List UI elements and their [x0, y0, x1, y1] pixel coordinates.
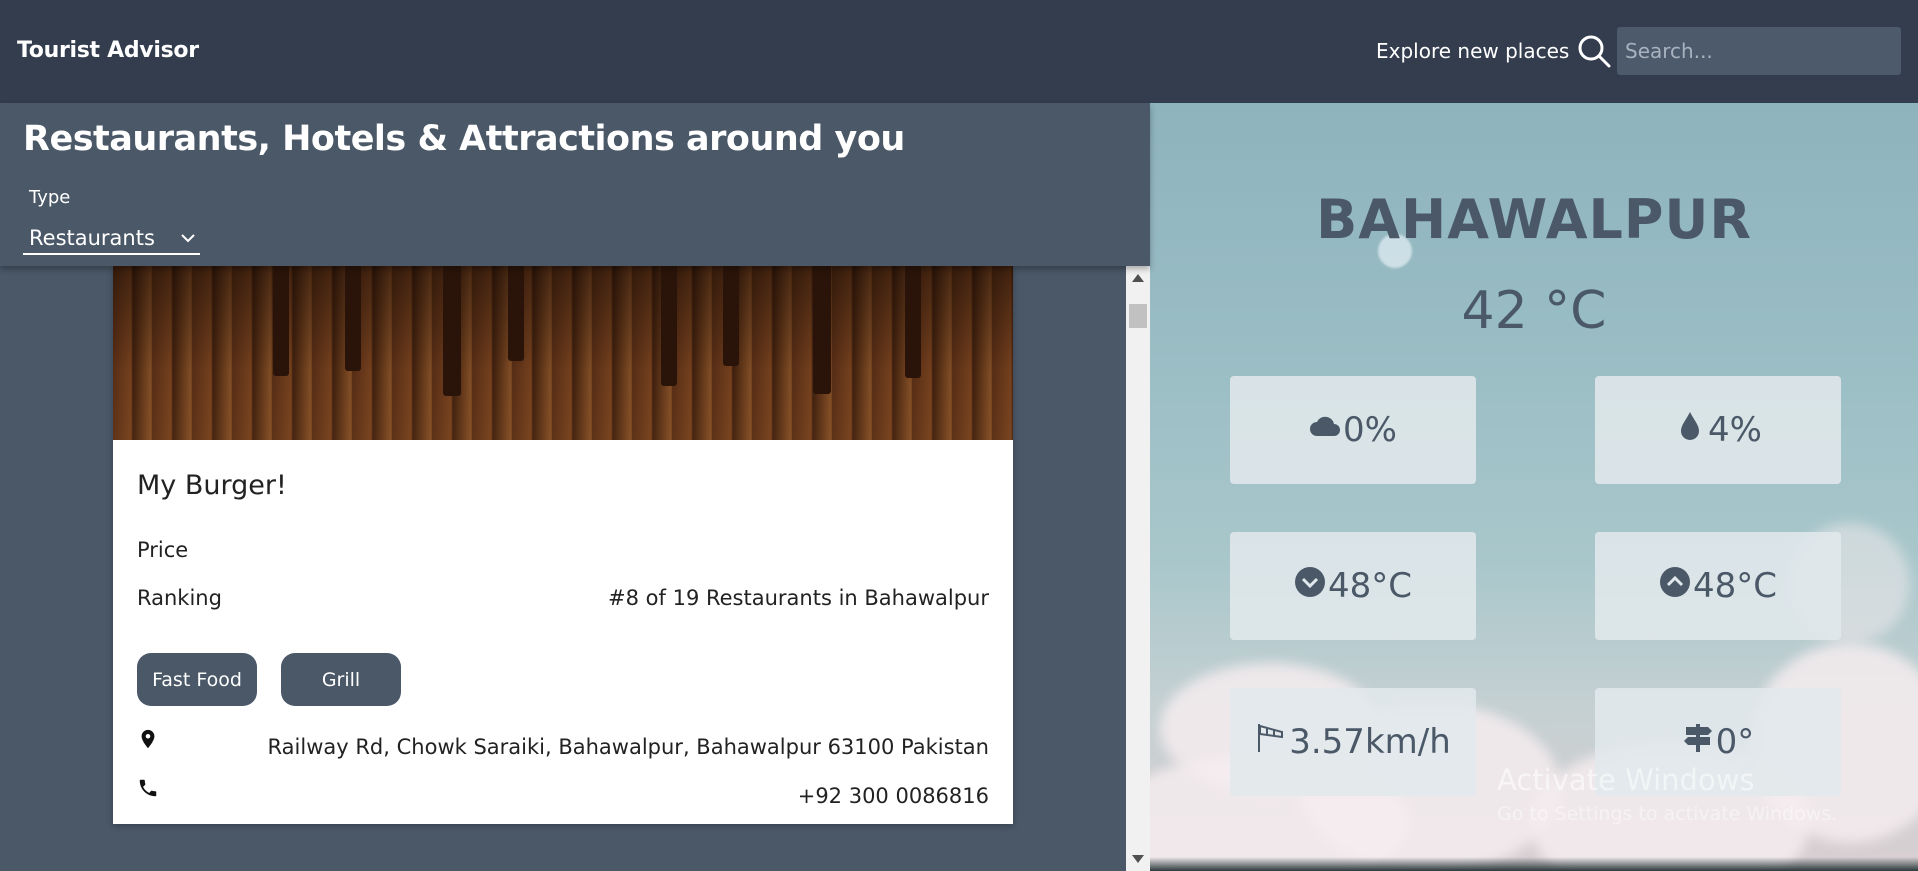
location-pin-icon: [141, 729, 155, 749]
type-select[interactable]: Restaurants: [23, 225, 200, 255]
humidity-card: 4%: [1595, 376, 1841, 484]
temp-min-card: 48°C: [1230, 532, 1476, 640]
water-drop-icon: [1681, 412, 1700, 440]
ranking-value: #8 of 19 Restaurants in Bahawalpur: [608, 586, 989, 610]
activate-windows-subtitle: Go to Settings to activate Windows.: [1497, 803, 1838, 825]
weather-panel: BAHAWALPUR 42 °C 0% 4% 48°C 48°C 3.57km/…: [1150, 103, 1918, 871]
list-header: Restaurants, Hotels & Attractions around…: [0, 103, 1150, 266]
search-field[interactable]: [1617, 27, 1901, 75]
places-scroll-area[interactable]: My Burger! Price Ranking #8 of 19 Restau…: [0, 266, 1150, 871]
signpost-icon: [1683, 724, 1712, 752]
temperature: 42 °C: [1150, 281, 1918, 341]
city-name: BAHAWALPUR: [1316, 188, 1752, 251]
type-label: Type: [29, 187, 71, 208]
scroll-thumb[interactable]: [1129, 304, 1147, 328]
clouds-value: 0%: [1343, 410, 1397, 450]
scroll-up-arrow[interactable]: [1132, 274, 1144, 282]
price-label: Price: [137, 538, 189, 562]
chevron-down-icon: [181, 234, 195, 243]
temp-min-value: 48°C: [1327, 566, 1412, 606]
list-scrollbar[interactable]: [1126, 266, 1150, 871]
wind-speed-card: 3.57km/h: [1230, 688, 1476, 796]
temperature-value: 42 °C: [1461, 281, 1607, 341]
chevron-up-circle-icon: [1659, 567, 1690, 597]
wind-speed-value: 3.57km/h: [1289, 722, 1451, 762]
windsock-icon: [1258, 724, 1284, 752]
explore-label: Explore new places: [1376, 39, 1570, 63]
place-photo: [113, 266, 1013, 440]
cloud-icon: [1310, 416, 1341, 436]
place-address: Railway Rd, Chowk Saraiki, Bahawalpur, B…: [267, 735, 989, 759]
type-select-value: Restaurants: [29, 226, 155, 250]
page-title: Restaurants, Hotels & Attractions around…: [23, 119, 905, 159]
temp-max-value: 48°C: [1692, 566, 1777, 606]
temp-max-card: 48°C: [1595, 532, 1841, 640]
scroll-down-arrow[interactable]: [1132, 855, 1144, 863]
search-icon[interactable]: [1576, 33, 1612, 69]
tag-chip[interactable]: Fast Food: [137, 653, 257, 706]
activate-windows-title: Activate Windows: [1497, 763, 1755, 797]
place-phone[interactable]: +92 300 0086816: [798, 784, 989, 808]
app-brand[interactable]: Tourist Advisor: [17, 38, 199, 63]
places-list-panel: Restaurants, Hotels & Attractions around…: [0, 103, 1150, 871]
wind-direction-value: 0°: [1715, 722, 1755, 762]
chevron-down-circle-icon: [1294, 567, 1325, 597]
humidity-value: 4%: [1708, 410, 1762, 450]
place-name: My Burger!: [137, 470, 287, 501]
phone-icon: [139, 779, 157, 797]
place-card: My Burger! Price Ranking #8 of 19 Restau…: [113, 266, 1013, 824]
tag-chip[interactable]: Grill: [281, 653, 401, 706]
app-header: Tourist Advisor Explore new places: [0, 0, 1918, 103]
clouds-card: 0%: [1230, 376, 1476, 484]
treeline: [1150, 857, 1918, 871]
ranking-label: Ranking: [137, 586, 222, 610]
search-input[interactable]: [1617, 27, 1901, 75]
